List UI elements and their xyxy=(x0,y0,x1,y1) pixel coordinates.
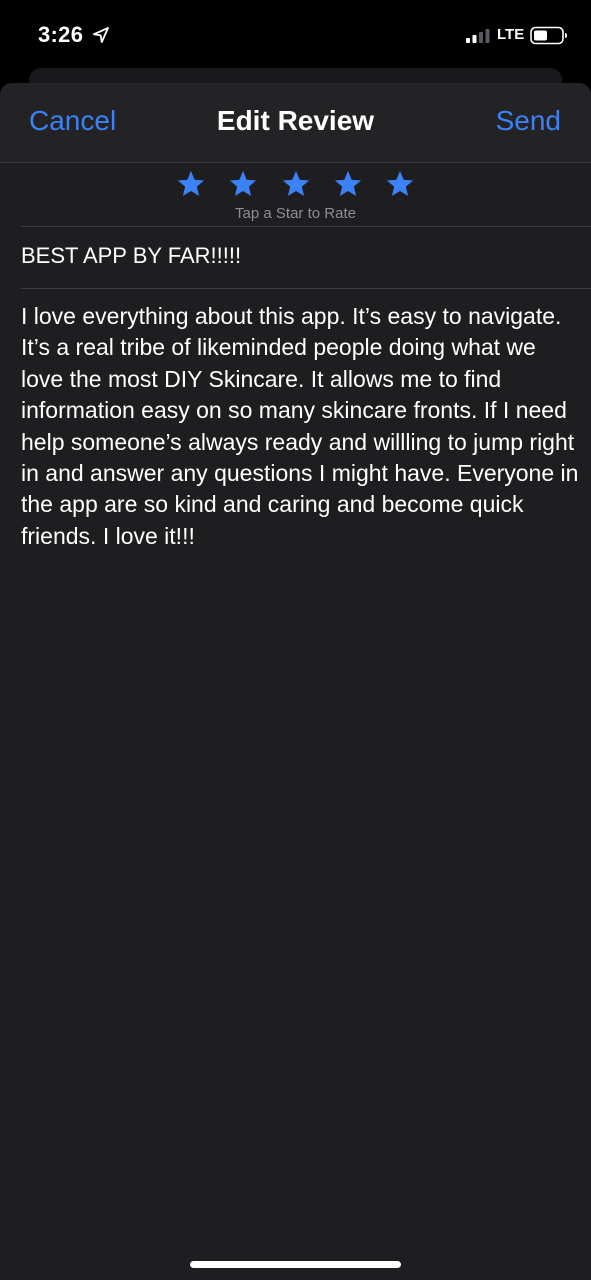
app-screen: 3:26 LTE Cancel Edit Review Send Tap a S… xyxy=(0,0,591,1280)
rate-hint-label: Tap a Star to Rate xyxy=(235,205,356,222)
location-arrow-icon xyxy=(93,27,109,43)
review-body-field[interactable]: I love everything about this app. It’s e… xyxy=(21,301,581,552)
star-icon[interactable] xyxy=(176,169,206,199)
divider xyxy=(21,226,591,227)
battery-icon xyxy=(530,26,567,45)
cellular-signal-icon xyxy=(466,29,490,43)
status-time: 3:26 xyxy=(38,22,84,47)
star-icon[interactable] xyxy=(385,169,415,199)
review-title-field[interactable]: BEST APP BY FAR!!!!! xyxy=(21,243,571,269)
star-rating xyxy=(0,169,591,203)
divider xyxy=(21,288,591,289)
network-type-label: LTE xyxy=(497,26,525,43)
star-icon[interactable] xyxy=(333,169,363,199)
navigation-bar: Cancel Edit Review Send xyxy=(0,83,591,163)
send-button[interactable]: Send xyxy=(496,105,561,137)
status-bar: 3:26 LTE xyxy=(0,0,591,70)
home-indicator[interactable] xyxy=(190,1261,401,1268)
edit-review-sheet: Cancel Edit Review Send Tap a Star to Ra… xyxy=(0,83,591,1280)
star-icon[interactable] xyxy=(228,169,258,199)
star-icon[interactable] xyxy=(281,169,311,199)
cancel-button[interactable]: Cancel xyxy=(29,105,116,137)
